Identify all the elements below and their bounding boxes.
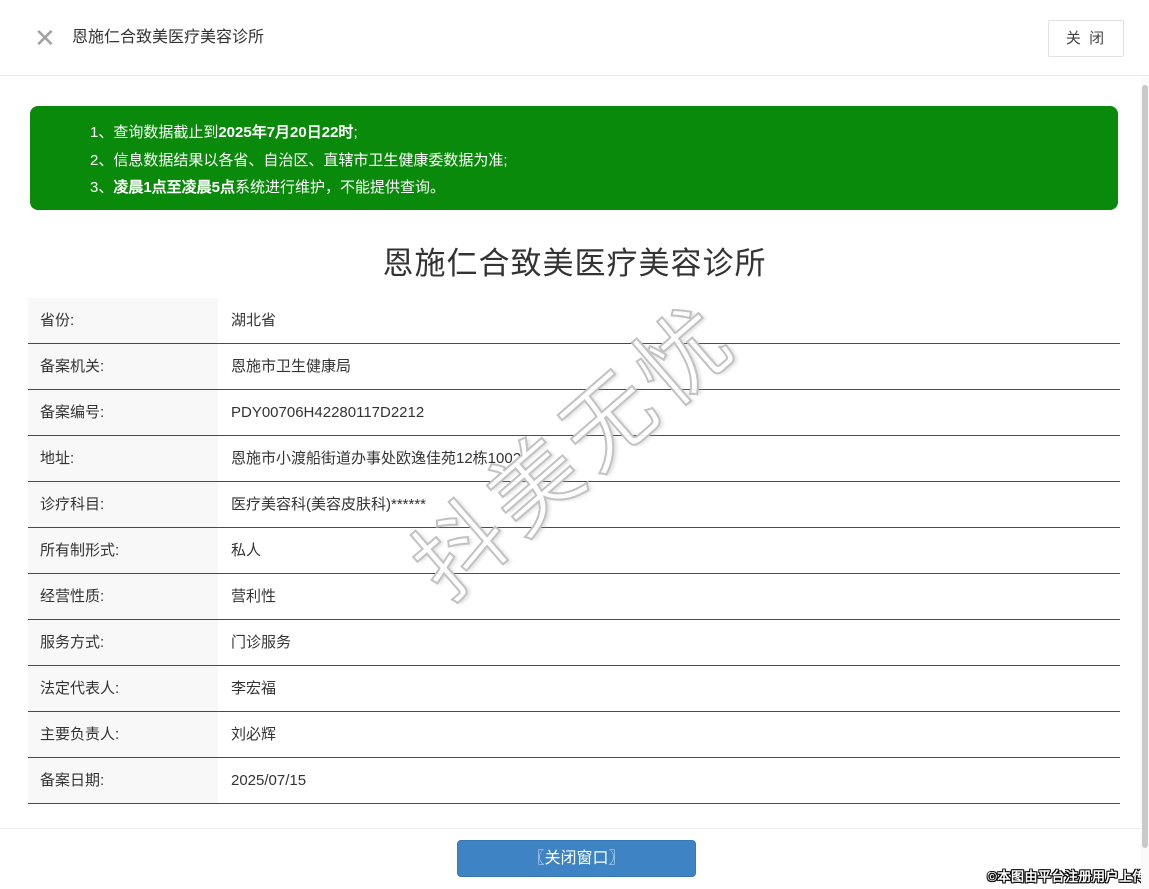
row-label: 服务方式: — [28, 620, 218, 665]
table-row-filing-date: 备案日期: 2025/07/15 — [28, 758, 1120, 804]
table-row-business-nature: 经营性质: 营利性 — [28, 574, 1120, 620]
scrollbar-thumb[interactable] — [1142, 85, 1148, 848]
row-label: 备案机关: — [28, 344, 218, 389]
notice-line-2: 2、信息数据结果以各省、自治区、直辖市卫生健康委数据为准; — [90, 147, 1098, 175]
row-value: 医疗美容科(美容皮肤科)****** — [218, 482, 1120, 527]
row-label: 经营性质: — [28, 574, 218, 619]
close-icon[interactable]: ✕ — [34, 0, 56, 76]
row-value: 恩施市卫生健康局 — [218, 344, 1120, 389]
table-row-treatment-subjects: 诊疗科目: 医疗美容科(美容皮肤科)****** — [28, 482, 1120, 528]
notice-text: 系统进行维护，不能提供查询。 — [235, 179, 446, 196]
table-row-filing-authority: 备案机关: 恩施市卫生健康局 — [28, 344, 1120, 390]
notice-line-3: 3、凌晨1点至凌晨5点系统进行维护，不能提供查询。 — [90, 174, 1098, 202]
table-row-address: 地址: 恩施市小渡船街道办事处欧逸佳苑12栋1002 — [28, 436, 1120, 482]
window-title: 恩施仁合致美医疗美容诊所 — [72, 29, 265, 46]
upload-credit-watermark: ©本图由平台注册用户上传 — [987, 869, 1146, 884]
footer-divider — [0, 828, 1149, 829]
row-label: 主要负责人: — [28, 712, 218, 757]
notice-text: 1、查询数据截止到 — [90, 124, 219, 141]
notice-text: 2、信息数据结果以各省、自治区、直辖市卫生健康委数据为准; — [90, 151, 508, 169]
row-label: 省份: — [28, 298, 218, 343]
notice-text: ; — [353, 124, 358, 141]
row-label: 法定代表人: — [28, 666, 218, 711]
row-value: 恩施市小渡船街道办事处欧逸佳苑12栋1002 — [218, 436, 1120, 481]
table-row-filing-number: 备案编号: PDY00706H42280117D2212 — [28, 390, 1120, 436]
record-info-table: 省份: 湖北省 备案机关: 恩施市卫生健康局 备案编号: PDY00706H42… — [28, 298, 1120, 804]
row-value: 营利性 — [218, 574, 1120, 619]
table-row-principal: 主要负责人: 刘必辉 — [28, 712, 1120, 758]
table-row-legal-representative: 法定代表人: 李宏福 — [28, 666, 1120, 712]
row-value: 李宏福 — [218, 666, 1120, 711]
row-label: 备案日期: — [28, 758, 218, 803]
row-label: 诊疗科目: — [28, 482, 218, 527]
row-value: 刘必辉 — [218, 712, 1120, 757]
close-button[interactable]: 关 闭 — [1048, 20, 1124, 57]
record-detail-window: ✕ 恩施仁合致美医疗美容诊所 关 闭 1、查询数据截止到2025年7月20日22… — [0, 0, 1149, 889]
notice-bold-text: 凌晨1点至凌晨5点 — [113, 179, 236, 196]
notice-text: 3、 — [90, 179, 114, 196]
clinic-name-title: 恩施仁合致美医疗美容诊所 — [382, 246, 767, 281]
table-row-service-mode: 服务方式: 门诊服务 — [28, 620, 1120, 666]
notice-line-1: 1、查询数据截止到2025年7月20日22时; — [90, 119, 1098, 147]
notice-bold-text: 2025年7月20日22时 — [218, 124, 354, 141]
close-window-button[interactable]: 〖关闭窗口〗 — [457, 840, 696, 877]
row-label: 所有制形式: — [28, 528, 218, 573]
window-titlebar: ✕ 恩施仁合致美医疗美容诊所 关 闭 — [0, 0, 1149, 76]
table-row-province: 省份: 湖北省 — [28, 298, 1120, 344]
row-value: 门诊服务 — [218, 620, 1120, 665]
row-value: PDY00706H42280117D2212 — [218, 390, 1120, 435]
table-row-ownership-type: 所有制形式: 私人 — [28, 528, 1120, 574]
notice-banner: 1、查询数据截止到2025年7月20日22时; 2、信息数据结果以各省、自治区、… — [30, 106, 1118, 210]
row-label: 备案编号: — [28, 390, 218, 435]
row-value: 湖北省 — [218, 298, 1120, 343]
row-value: 2025/07/15 — [218, 758, 1120, 803]
row-label: 地址: — [28, 436, 218, 481]
row-value: 私人 — [218, 528, 1120, 573]
